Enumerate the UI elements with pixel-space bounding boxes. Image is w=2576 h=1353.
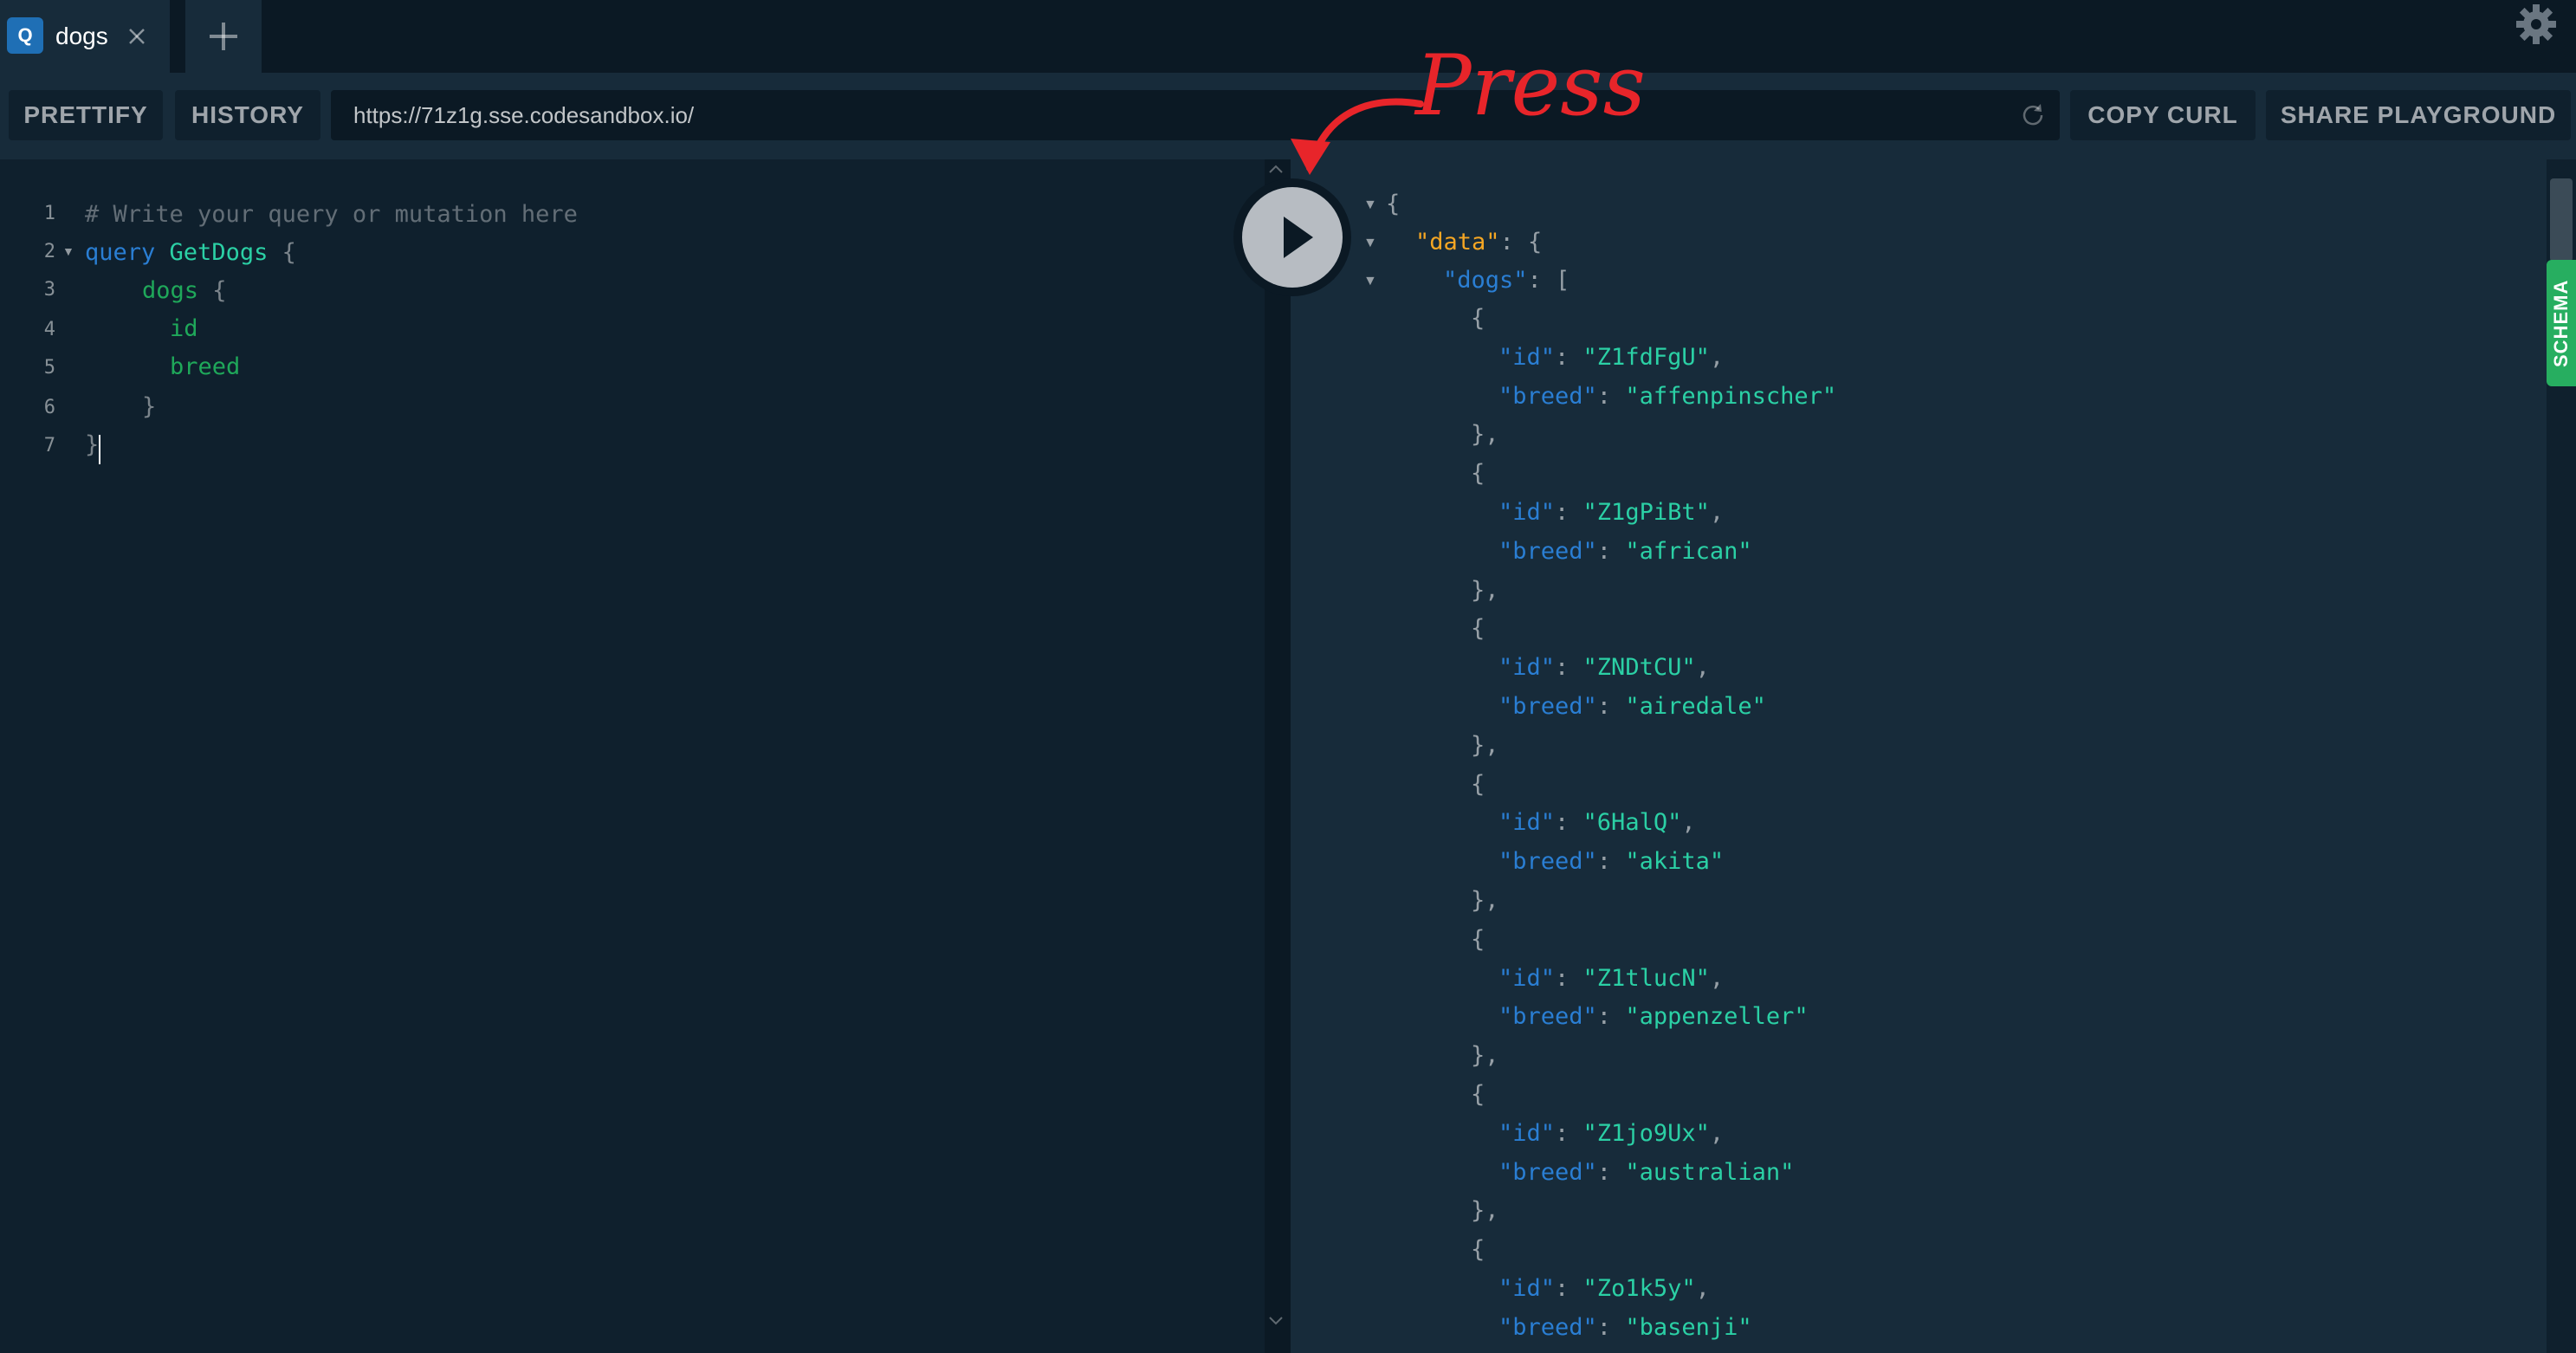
tab-title: dogs [55,23,108,49]
json-line-id: "id": "Z1fdFgU", [1498,343,1725,371]
json-brace: }, [1471,887,1499,914]
scrollbar-thumb[interactable] [2550,178,2573,262]
line-number: 2 [43,241,55,262]
code-operation-name: GetDogs [169,239,269,266]
json-line-data: "data": { [1415,229,1543,256]
json-value-breed: "african" [1625,537,1752,565]
fold-arrow-icon[interactable]: ▼ [62,244,74,258]
line-number: 1 [43,203,55,224]
json-brace: { [1471,460,1485,488]
json-value-id: "ZNDtCU" [1582,654,1696,682]
json-value-breed: "australian" [1625,1158,1795,1186]
code-field-dogs: dogs [142,277,199,304]
fold-arrow-icon[interactable]: ▼ [1363,236,1377,251]
text-cursor [99,435,100,464]
line-number: 5 [43,357,55,379]
line-number: 4 [43,319,55,340]
plus-icon [210,23,237,50]
json-value-breed: "airedale" [1625,693,1766,720]
copy-curl-button[interactable]: COPY CURL [2070,90,2256,140]
json-brace: { [1471,925,1485,953]
code-line-query: query GetDogs { [85,239,296,266]
json-brace: { [1471,1081,1485,1108]
json-value-id: "Z1tlucN" [1582,964,1710,992]
json-line-breed: "breed": "airedale" [1498,693,1766,720]
tab-bar [0,0,2576,73]
code-brace: } [142,393,157,420]
json-line-breed: "breed": "akita" [1498,848,1725,876]
line-number: 7 [43,435,55,456]
prettify-button[interactable]: PRETTIFY [9,90,163,140]
json-key-dogs: "dogs" [1443,267,1528,294]
json-value-id: "Zo1k5y" [1582,1275,1696,1302]
json-brace: { [1471,615,1485,643]
gear-icon[interactable] [2512,0,2560,49]
fold-arrow-icon[interactable]: ▼ [1363,197,1377,213]
json-brace: }, [1471,421,1499,449]
json-value-breed: "appenzeller" [1625,1003,1809,1031]
json-brace: }, [1471,576,1499,604]
code-keyword: query [85,239,156,266]
code-field-id: id [170,315,198,342]
history-button[interactable]: HISTORY [175,90,320,140]
new-tab-button[interactable] [185,0,262,73]
json-line-id: "id": "Z1tlucN", [1498,964,1725,992]
code-field-breed: breed [170,353,241,380]
json-key-data: "data" [1415,229,1500,256]
json-brace: { [1471,1236,1485,1264]
endpoint-url-text: https://71z1g.sse.codesandbox.io/ [353,102,695,128]
line-number: 3 [43,279,55,301]
json-value-breed: "akita" [1625,848,1725,876]
json-brace: }, [1471,1197,1499,1225]
code-brace: } [85,431,100,458]
json-line-breed: "breed": "basenji" [1498,1313,1752,1341]
code-brace: { [212,277,227,304]
json-value-breed: "affenpinscher" [1625,382,1837,410]
close-icon[interactable] [125,19,149,54]
json-line-breed: "breed": "affenpinscher" [1498,382,1837,410]
json-value-id: "Z1jo9Ux" [1582,1119,1710,1147]
json-line-id: "id": "Z1jo9Ux", [1498,1119,1725,1147]
json-line-dogs: "dogs": [ [1443,267,1570,294]
chevron-down-icon[interactable] [1266,1313,1285,1329]
schema-tab-label: SCHEMA [2550,279,2572,367]
panel-divider[interactable] [1265,159,1291,1353]
json-line-breed: "breed": "african" [1498,537,1752,565]
json-value-id: "Z1gPiBt" [1582,499,1710,526]
json-brace: { [1471,770,1485,798]
code-comment: # Write your query or mutation here [85,201,578,228]
json-brace: }, [1471,1042,1499,1070]
fold-arrow-icon[interactable]: ▼ [1363,274,1377,289]
json-line-id: "id": "Z1gPiBt", [1498,499,1725,526]
code-brace: { [282,239,296,266]
query-badge-icon: Q [7,17,43,54]
annotation-press: Press [1415,37,1646,134]
json-line-breed: "breed": "appenzeller" [1498,1003,1809,1031]
line-number: 6 [43,397,55,418]
share-playground-button[interactable]: SHARE PLAYGROUND [2266,90,2571,140]
json-brace: { [1386,191,1401,217]
play-icon [1284,217,1313,258]
json-value-id: "Z1fdFgU" [1582,343,1710,371]
json-value-id: "6HalQ" [1582,809,1682,837]
json-brace: }, [1471,731,1499,759]
json-line-id: "id": "Zo1k5y", [1498,1275,1710,1302]
reload-icon[interactable] [2018,100,2048,130]
json-line-id: "id": "ZNDtCU", [1498,654,1710,682]
json-line-id: "id": "6HalQ", [1498,809,1696,837]
annotation-arrow [1291,98,1424,175]
code-line-dogs: dogs { [142,277,227,304]
json-brace: { [1471,305,1485,332]
json-line-breed: "breed": "australian" [1498,1158,1795,1186]
json-value-breed: "basenji" [1625,1313,1752,1341]
